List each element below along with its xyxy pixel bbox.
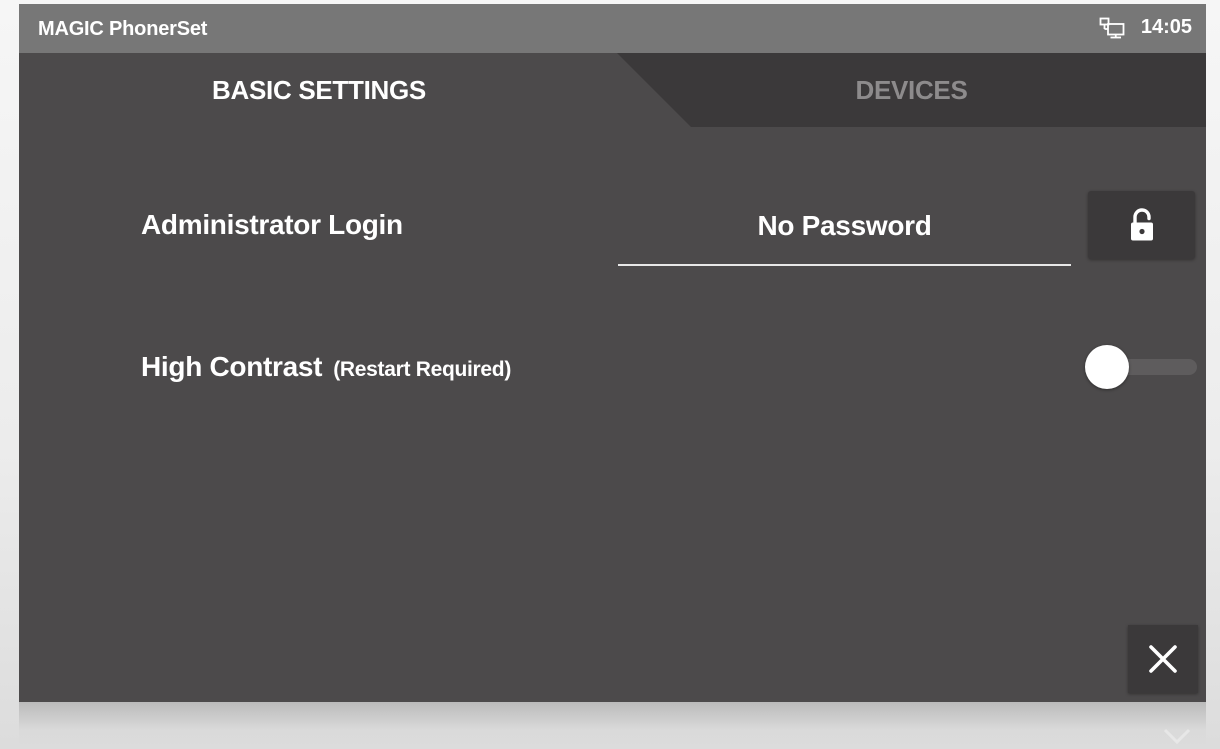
settings-screen: MAGIC PhonerSet 14:05 BASIC SETTINGS DEV… bbox=[19, 4, 1206, 702]
tab-devices[interactable]: DEVICES bbox=[617, 75, 1206, 106]
close-icon bbox=[1149, 645, 1177, 673]
high-contrast-row: High Contrast (Restart Required) bbox=[141, 351, 511, 383]
high-contrast-label: High Contrast bbox=[141, 351, 323, 382]
screen-reflection bbox=[19, 702, 1206, 749]
clock: 14:05 bbox=[1140, 16, 1192, 38]
password-field[interactable]: No Password bbox=[618, 204, 1071, 266]
close-icon-reflection bbox=[1163, 728, 1191, 745]
toggle-knob bbox=[1085, 345, 1129, 389]
lock-button[interactable] bbox=[1088, 191, 1195, 259]
status-indicators: 14:05 bbox=[1099, 16, 1192, 39]
tab-basic-settings[interactable]: BASIC SETTINGS bbox=[19, 75, 619, 106]
high-contrast-toggle[interactable] bbox=[1083, 344, 1197, 390]
administrator-login-label: Administrator Login bbox=[141, 209, 403, 240]
network-computer-icon bbox=[1099, 17, 1125, 38]
tab-bar: BASIC SETTINGS DEVICES bbox=[19, 53, 1206, 127]
status-bar: MAGIC PhonerSet 14:05 bbox=[19, 4, 1206, 53]
lock-open-icon bbox=[1130, 208, 1153, 241]
app-title: MAGIC PhonerSet bbox=[38, 18, 208, 40]
close-button[interactable] bbox=[1128, 625, 1198, 693]
restart-required-note: (Restart Required) bbox=[333, 358, 512, 381]
